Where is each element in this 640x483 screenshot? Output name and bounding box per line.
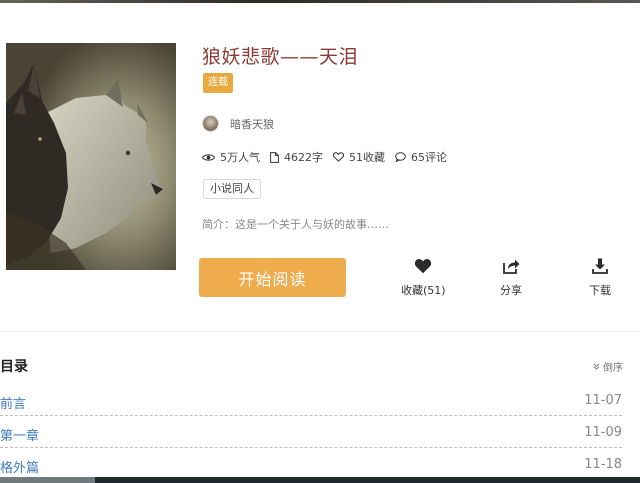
popularity-stat: 5万人气 xyxy=(202,149,260,165)
chapter-name[interactable]: 格外篇 xyxy=(0,457,39,476)
genre-tag[interactable]: 小说同人 xyxy=(203,179,261,199)
sort-toggle[interactable]: 倒序 xyxy=(593,359,623,374)
share-button[interactable]: 分享 xyxy=(500,258,522,298)
heart-icon xyxy=(415,259,432,274)
section-divider xyxy=(0,331,640,332)
chapter-list: 前言 11-07 第一章 11-09 格外篇 11-18 xyxy=(0,384,622,480)
status-badge: 连载 xyxy=(203,73,233,93)
share-label: 分享 xyxy=(500,284,522,297)
word-count-stat: 4622字 xyxy=(270,149,323,165)
chapter-date: 11-09 xyxy=(584,425,622,440)
comment-icon xyxy=(395,152,406,162)
chapter-name[interactable]: 前言 xyxy=(0,393,26,412)
download-label: 下载 xyxy=(589,284,611,297)
book-title: 狼妖悲歌——天泪 xyxy=(202,46,359,68)
top-border xyxy=(0,0,640,3)
favorites-stat: 51收藏 xyxy=(333,149,385,165)
chapter-date: 11-18 xyxy=(584,457,622,472)
chevron-down-icon xyxy=(593,363,600,370)
word-count-value: 4622字 xyxy=(284,151,323,164)
chapter-row[interactable]: 第一章 11-09 xyxy=(0,416,622,448)
book-stats: 5万人气 4622字 51收藏 65评论 xyxy=(202,149,457,165)
author-row[interactable]: 暗香天狼 xyxy=(202,115,274,132)
eye-icon xyxy=(202,153,215,161)
popularity-value: 5万人气 xyxy=(220,151,260,164)
book-cover[interactable] xyxy=(6,43,176,270)
chapter-row[interactable]: 格外篇 11-18 xyxy=(0,448,622,480)
download-button[interactable]: 下载 xyxy=(589,258,611,298)
comments-value: 65评论 xyxy=(411,151,447,164)
chapter-date: 11-07 xyxy=(584,393,622,408)
avatar[interactable] xyxy=(202,115,219,132)
document-icon xyxy=(270,151,279,163)
start-reading-button[interactable]: 开始阅读 xyxy=(199,258,346,297)
heart-outline-icon xyxy=(333,152,344,162)
favorite-button[interactable]: 收藏(51) xyxy=(401,258,446,298)
bottom-bar xyxy=(0,477,640,483)
sort-label: 倒序 xyxy=(603,363,623,374)
cover-wolves-image xyxy=(6,43,176,270)
toc-title: 目录 xyxy=(0,359,28,375)
book-intro: 简介：这是一个关于人与妖的故事…… xyxy=(202,218,389,231)
chapter-row[interactable]: 前言 11-07 xyxy=(0,384,622,416)
download-icon xyxy=(592,258,608,274)
author-name[interactable]: 暗香天狼 xyxy=(230,116,274,132)
comments-stat: 65评论 xyxy=(395,149,447,165)
chapter-name[interactable]: 第一章 xyxy=(0,425,39,444)
favorites-value: 51收藏 xyxy=(349,151,385,164)
share-icon xyxy=(502,259,519,274)
favorite-label: 收藏(51) xyxy=(401,284,446,297)
